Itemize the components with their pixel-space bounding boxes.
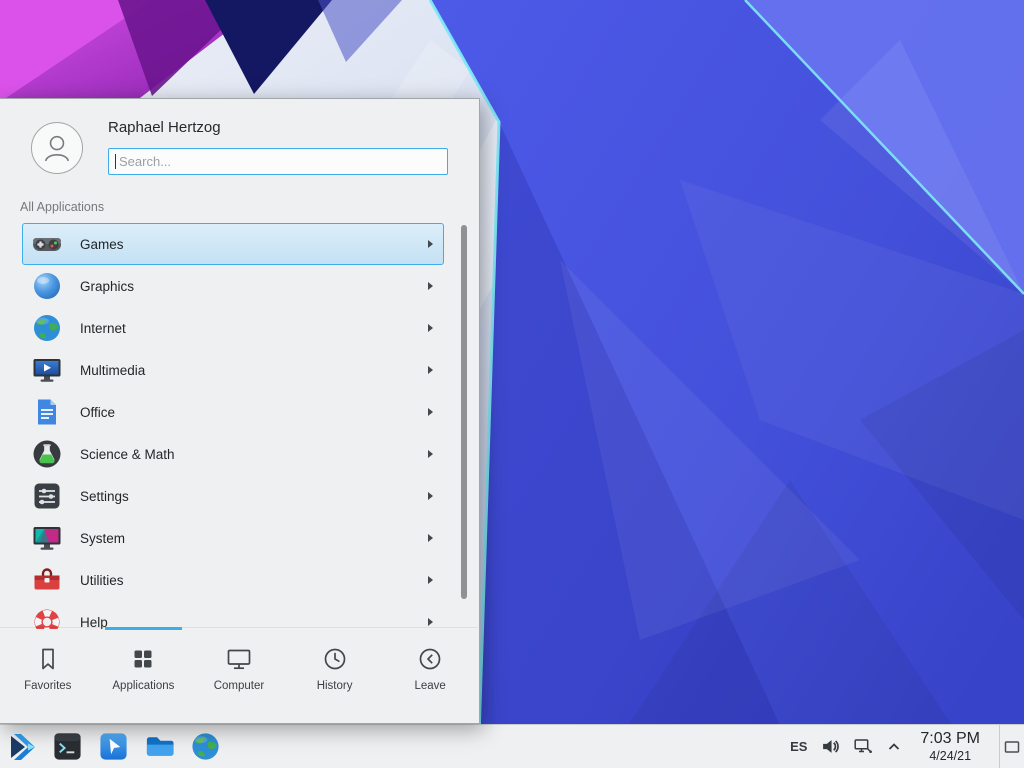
category-list: Games Graphics (0, 223, 480, 629)
system-tray: ES 7:03 PM 4/24/21 (790, 725, 1024, 768)
category-item-system[interactable]: System (22, 517, 444, 559)
gamepad-icon (31, 228, 63, 260)
person-icon (36, 127, 78, 169)
leave-icon (416, 645, 444, 673)
display-network-icon[interactable] (854, 737, 873, 756)
digital-clock[interactable]: 7:03 PM 4/24/21 (920, 730, 980, 764)
list-scrollbar[interactable] (461, 225, 467, 599)
expand-tray-icon[interactable] (887, 740, 901, 754)
media-screen-icon (31, 354, 63, 386)
category-item-games[interactable]: Games (22, 223, 444, 265)
history-clock-icon (321, 645, 349, 673)
submenu-arrow-icon (428, 366, 433, 374)
submenu-arrow-icon (428, 282, 433, 290)
tab-leave[interactable]: Leave (382, 628, 478, 723)
submenu-arrow-icon (428, 492, 433, 500)
category-item-help[interactable]: Help (22, 601, 444, 629)
bookmark-icon (34, 645, 62, 673)
application-launcher-button[interactable] (6, 730, 40, 764)
show-desktop-button[interactable] (999, 725, 1024, 768)
category-item-graphics[interactable]: Graphics (22, 265, 444, 307)
submenu-arrow-icon (428, 240, 433, 248)
volume-icon[interactable] (821, 737, 840, 756)
category-item-settings[interactable]: Settings (22, 475, 444, 517)
computer-icon (225, 645, 253, 673)
document-icon (31, 396, 63, 428)
application-launcher-popup: Raphael Hertzog All Applications G (0, 98, 480, 724)
software-app-icon[interactable] (98, 731, 129, 762)
text-cursor (115, 154, 116, 169)
sliders-icon (31, 480, 63, 512)
file-manager-icon[interactable] (144, 731, 175, 762)
tab-favorites[interactable]: Favorites (0, 628, 96, 723)
tab-applications[interactable]: Applications (96, 628, 192, 723)
tab-history[interactable]: History (287, 628, 383, 723)
user-name: Raphael Hertzog (108, 119, 221, 136)
tab-computer[interactable]: Computer (191, 628, 287, 723)
category-item-utilities[interactable]: Utilities (22, 559, 444, 601)
category-item-multimedia[interactable]: Multimedia (22, 349, 444, 391)
submenu-arrow-icon (428, 408, 433, 416)
desktop-peek-icon (1004, 739, 1020, 755)
section-label: All Applications (20, 200, 104, 214)
clock-date: 4/24/21 (920, 749, 980, 764)
search-input[interactable] (108, 148, 448, 175)
flask-icon (31, 438, 63, 470)
apps-grid-icon (129, 645, 157, 673)
submenu-arrow-icon (428, 450, 433, 458)
lifebuoy-icon (31, 606, 63, 629)
web-browser-icon[interactable] (190, 731, 221, 762)
search-field[interactable] (108, 148, 448, 175)
paint-orb-icon (31, 270, 63, 302)
category-item-science-math[interactable]: Science & Math (22, 433, 444, 475)
submenu-arrow-icon (428, 618, 433, 626)
taskbar: ES 7:03 PM 4/24/21 (0, 724, 1024, 768)
terminal-icon[interactable] (52, 731, 83, 762)
category-item-internet[interactable]: Internet (22, 307, 444, 349)
system-monitor-icon (31, 522, 63, 554)
toolbox-icon (31, 564, 63, 596)
user-avatar[interactable] (31, 122, 83, 174)
clock-time: 7:03 PM (920, 730, 980, 749)
category-item-office[interactable]: Office (22, 391, 444, 433)
keyboard-layout-indicator[interactable]: ES (790, 739, 807, 754)
submenu-arrow-icon (428, 534, 433, 542)
submenu-arrow-icon (428, 324, 433, 332)
submenu-arrow-icon (428, 576, 433, 584)
launcher-tab-bar: Favorites Applications Computer (0, 627, 478, 723)
globe-icon (31, 312, 63, 344)
kde-application-launcher-icon (6, 730, 40, 764)
